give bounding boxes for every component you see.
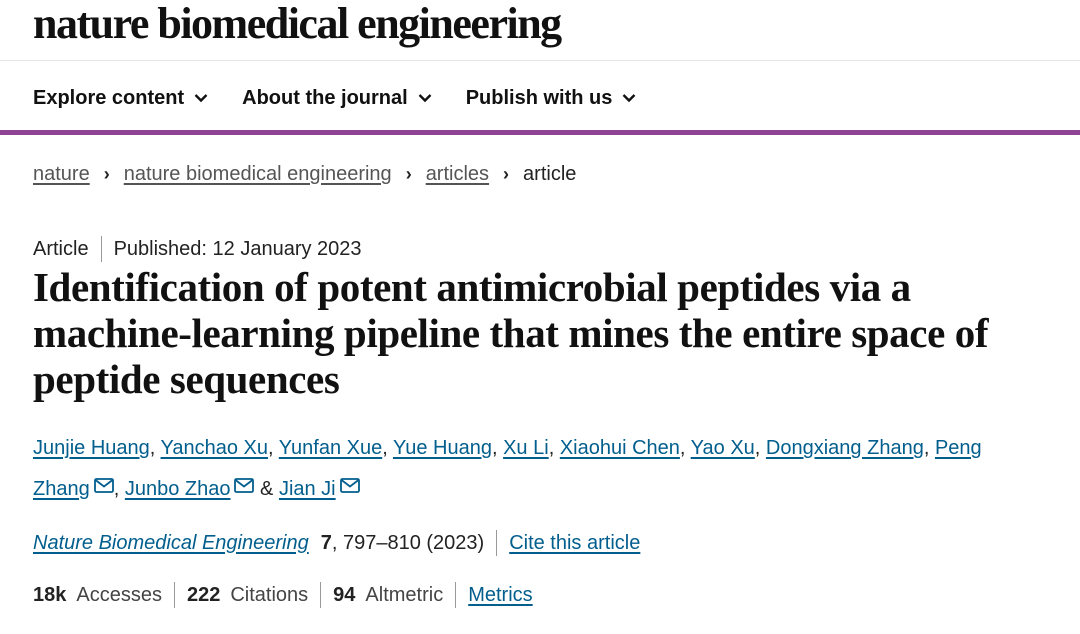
author-separator: , (548, 437, 560, 459)
chevron-right-icon: › (405, 164, 412, 184)
divider (173, 582, 175, 608)
published-date: Published: 12 January 2023 (113, 237, 362, 260)
metrics-bar: 18k Accesses 222 Citations 94 Altmetric … (33, 582, 533, 608)
journal-logo[interactable]: nature biomedical engineering (33, 0, 562, 49)
nav-item-label: Explore content (33, 86, 185, 109)
author-link[interactable]: Junjie Huang (33, 437, 150, 459)
nav-publish-with-us[interactable]: Publish with us (466, 84, 637, 112)
mail-icon[interactable] (234, 478, 255, 493)
chevron-down-icon (418, 94, 432, 103)
breadcrumb-current: article (523, 163, 577, 185)
author-list: Junjie Huang, Yanchao Xu, Yunfan Xue, Yu… (33, 428, 1033, 510)
volume: 7 (320, 531, 332, 554)
nav-explore-content[interactable]: Explore content (33, 84, 208, 112)
author-separator: , (491, 437, 504, 459)
divider (100, 236, 102, 262)
author-and: & (254, 478, 279, 500)
accesses-label: Accesses (76, 583, 162, 606)
citations-count: 222 (186, 583, 221, 606)
main-nav: Explore content About the journal Publis… (33, 84, 636, 112)
nav-item-label: About the journal (242, 86, 408, 109)
article-meta: Article Published: 12 January 2023 (33, 236, 362, 262)
breadcrumb-nature[interactable]: nature (33, 163, 90, 186)
breadcrumb: nature › nature biomedical engineering ›… (33, 163, 576, 186)
article-type: Article (33, 237, 89, 260)
author-separator: , (113, 478, 125, 500)
nav-about-the-journal[interactable]: About the journal (242, 84, 432, 112)
divider (320, 582, 322, 608)
author-link[interactable]: Xu Li (503, 437, 549, 459)
author-link[interactable]: Yanchao Xu (161, 437, 269, 459)
author-separator: , (754, 437, 766, 459)
author-separator: , (268, 437, 279, 459)
chevron-down-icon (194, 94, 208, 103)
article-title: Identification of potent antimicrobial p… (33, 264, 989, 402)
chevron-down-icon (623, 94, 636, 103)
accesses-count: 18k (33, 583, 67, 606)
cite-this-article-link[interactable]: Cite this article (509, 532, 640, 555)
author-link[interactable]: Dongxiang Zhang (766, 437, 924, 459)
author-separator: , (923, 437, 935, 459)
author-link[interactable]: Yunfan Xue (279, 437, 382, 459)
chevron-right-icon: › (503, 164, 510, 184)
author-link[interactable]: Yue Huang (393, 437, 492, 459)
mail-icon[interactable] (339, 478, 360, 493)
breadcrumb-articles[interactable]: articles (426, 163, 489, 186)
header-divider (0, 60, 1080, 61)
author-link[interactable]: Yao Xu (691, 437, 755, 459)
citation-line: Nature Biomedical Engineering 7 , 797–81… (33, 530, 640, 556)
altmetric-count: 94 (333, 583, 356, 606)
pages-year: , 797–810 (2023) (331, 531, 485, 554)
divider (455, 582, 457, 608)
chevron-right-icon: › (103, 164, 110, 184)
mail-icon[interactable] (93, 478, 114, 493)
author-separator: , (679, 437, 691, 459)
divider (496, 530, 498, 556)
author-link[interactable]: Jian Ji (279, 478, 336, 500)
author-separator: , (382, 437, 393, 459)
author-link[interactable]: Junbo Zhao (125, 478, 231, 500)
nav-item-label: Publish with us (465, 86, 613, 109)
author-link[interactable]: Xiaohui Chen (560, 437, 680, 459)
journal-link[interactable]: Nature Biomedical Engineering (33, 532, 309, 555)
nav-accent-bar (0, 130, 1080, 135)
altmetric-label: Altmetric (365, 583, 444, 606)
citations-label: Citations (230, 583, 309, 606)
metrics-link[interactable]: Metrics (468, 584, 532, 607)
author-separator: , (149, 437, 161, 459)
breadcrumb-journal[interactable]: nature biomedical engineering (124, 163, 392, 186)
